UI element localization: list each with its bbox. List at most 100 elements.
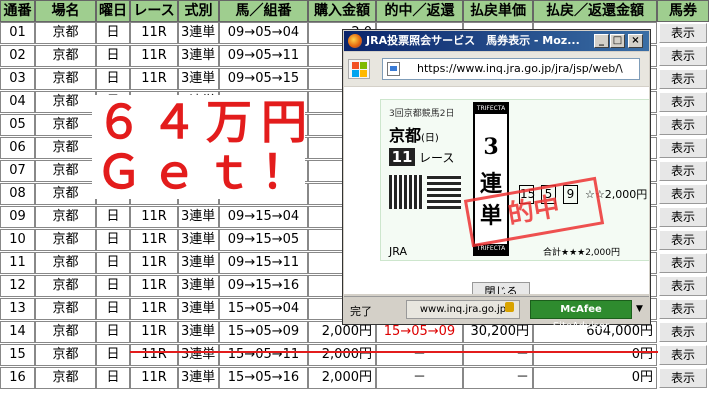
- type-cell: 3連単: [178, 298, 219, 320]
- firefox-icon: [348, 34, 362, 48]
- payout-cell: 0円: [533, 367, 657, 389]
- serial-cell: 08: [0, 183, 35, 205]
- type-cell: 3連単: [178, 206, 219, 228]
- popup-title: JRA投票照会サービス 馬券表示 - Moz...: [366, 34, 580, 47]
- place-cell: 京都: [35, 229, 96, 251]
- show-ticket-button[interactable]: 表示: [659, 322, 707, 342]
- combo-cell: 15→05→11: [219, 344, 308, 366]
- combo-cell: 09→15→11: [219, 252, 308, 274]
- url-bar[interactable]: https://www.inq.jra.go.jp/jra/jsp/web/\: [382, 58, 640, 80]
- show-ticket-button[interactable]: 表示: [659, 23, 707, 43]
- column-header: レース: [130, 0, 178, 22]
- race-cell: 11R: [130, 344, 178, 366]
- serial-cell: 01: [0, 22, 35, 44]
- serial-cell: 02: [0, 45, 35, 67]
- combo-cell: 09→05→04: [219, 22, 308, 44]
- day-cell: 日: [96, 321, 130, 343]
- type-cell: 3連単: [178, 275, 219, 297]
- show-ticket-button[interactable]: 表示: [659, 46, 707, 66]
- show-ticket-button[interactable]: 表示: [659, 299, 707, 319]
- race-cell: 11R: [130, 367, 178, 389]
- place-cell: 京都: [35, 344, 96, 366]
- table-row: 15 京都日 11R 3連単 15→05→11 2,000円－－ 0円 表示: [0, 344, 709, 366]
- place-cell: 京都: [35, 91, 96, 113]
- serial-cell: 05: [0, 114, 35, 136]
- show-ticket-button[interactable]: 表示: [659, 345, 707, 365]
- place-cell: 京都: [35, 137, 96, 159]
- place-cell: 京都: [35, 321, 96, 343]
- type-cell: 3連単: [178, 344, 219, 366]
- show-ticket-button[interactable]: 表示: [659, 92, 707, 112]
- show-ticket-button[interactable]: 表示: [659, 253, 707, 273]
- mcafee-siteadvisor-button[interactable]: McAfee SiteAdvisor: [530, 300, 632, 332]
- type-cell: 3連単: [178, 252, 219, 274]
- show-ticket-button[interactable]: 表示: [659, 368, 707, 388]
- combo-cell: 09→15→05: [219, 229, 308, 251]
- day-cell: 日: [96, 22, 130, 44]
- hit-cell: －: [376, 344, 463, 366]
- payout-cell: 0円: [533, 344, 657, 366]
- column-header: 通番: [0, 0, 35, 22]
- day-cell: 日: [96, 45, 130, 67]
- popup-titlebar[interactable]: JRA投票照会サービス 馬券表示 - Moz... _ □ ×: [344, 31, 649, 51]
- minimize-icon[interactable]: _: [594, 34, 609, 48]
- type-cell: 3連単: [178, 229, 219, 251]
- page-icon: [387, 62, 400, 76]
- close-icon[interactable]: ×: [628, 34, 643, 48]
- combo-cell: 09→05→11: [219, 45, 308, 67]
- race-cell: 11R: [130, 206, 178, 228]
- show-ticket-button[interactable]: 表示: [659, 161, 707, 181]
- combo-cell: 09→05→15: [219, 68, 308, 90]
- combo-cell: 15→05→04: [219, 298, 308, 320]
- amount-cell: 2,000円: [308, 344, 376, 366]
- column-header: 払戻／返還金額: [533, 0, 657, 22]
- column-header: 払戻単価: [463, 0, 533, 22]
- chevron-down-icon[interactable]: ▼: [636, 304, 643, 314]
- serial-cell: 12: [0, 275, 35, 297]
- status-bar: 完了 www.inq.jra.go.jp McAfee SiteAdvisor …: [344, 296, 649, 332]
- show-ticket-button[interactable]: 表示: [659, 138, 707, 158]
- serial-cell: 11: [0, 252, 35, 274]
- overlay-caption: ６４万円 Ｇｅｔ！: [92, 95, 316, 199]
- ticket-popup-window[interactable]: JRA投票照会サービス 馬券表示 - Moz... _ □ × https://…: [342, 29, 651, 332]
- column-header: 馬券: [657, 0, 709, 22]
- lock-icon[interactable]: [505, 302, 514, 312]
- race-cell: 11R: [130, 22, 178, 44]
- show-ticket-button[interactable]: 表示: [659, 69, 707, 89]
- race-cell: 11R: [130, 45, 178, 67]
- place-cell: 京都: [35, 114, 96, 136]
- show-ticket-button[interactable]: 表示: [659, 115, 707, 135]
- serial-cell: 07: [0, 160, 35, 182]
- show-ticket-button[interactable]: 表示: [659, 276, 707, 296]
- day-cell: 日: [96, 367, 130, 389]
- place-cell: 京都: [35, 160, 96, 182]
- race-cell: 11R: [130, 68, 178, 90]
- place-cell: 京都: [35, 252, 96, 274]
- serial-cell: 06: [0, 137, 35, 159]
- ticket-venue-name: 京都: [389, 126, 422, 145]
- overlay-caption-line1: ６４万円: [96, 95, 316, 149]
- place-cell: 京都: [35, 298, 96, 320]
- race-cell: 11R: [130, 275, 178, 297]
- serial-cell: 09: [0, 206, 35, 228]
- betting-ticket-image: 3回京都競馬2日 京都(日) 11 レース TRIFECTA 3 連 単 TRI…: [380, 99, 649, 261]
- column-header: 式別: [178, 0, 219, 22]
- close-button[interactable]: 閉じる: [472, 282, 530, 294]
- column-header: 購入金額: [308, 0, 376, 22]
- day-cell: 日: [96, 229, 130, 251]
- show-ticket-button[interactable]: 表示: [659, 207, 707, 227]
- mcafee-brand: McAfee: [560, 304, 602, 315]
- serial-cell: 16: [0, 367, 35, 389]
- show-ticket-button[interactable]: 表示: [659, 184, 707, 204]
- maximize-icon[interactable]: □: [610, 34, 625, 48]
- column-header: 曜日: [96, 0, 130, 22]
- mcafee-product: SiteAdvisor: [552, 321, 610, 332]
- race-cell: 11R: [130, 252, 178, 274]
- show-ticket-button[interactable]: 表示: [659, 230, 707, 250]
- status-host: www.inq.jra.go.jp: [406, 300, 520, 319]
- ticket-meeting: 3回京都競馬2日: [389, 109, 455, 119]
- ticket-venue: 京都(日): [389, 122, 439, 146]
- day-cell: 日: [96, 344, 130, 366]
- windows-flag-icon[interactable]: [348, 59, 370, 79]
- ticket-jra-label: JRA: [389, 245, 407, 258]
